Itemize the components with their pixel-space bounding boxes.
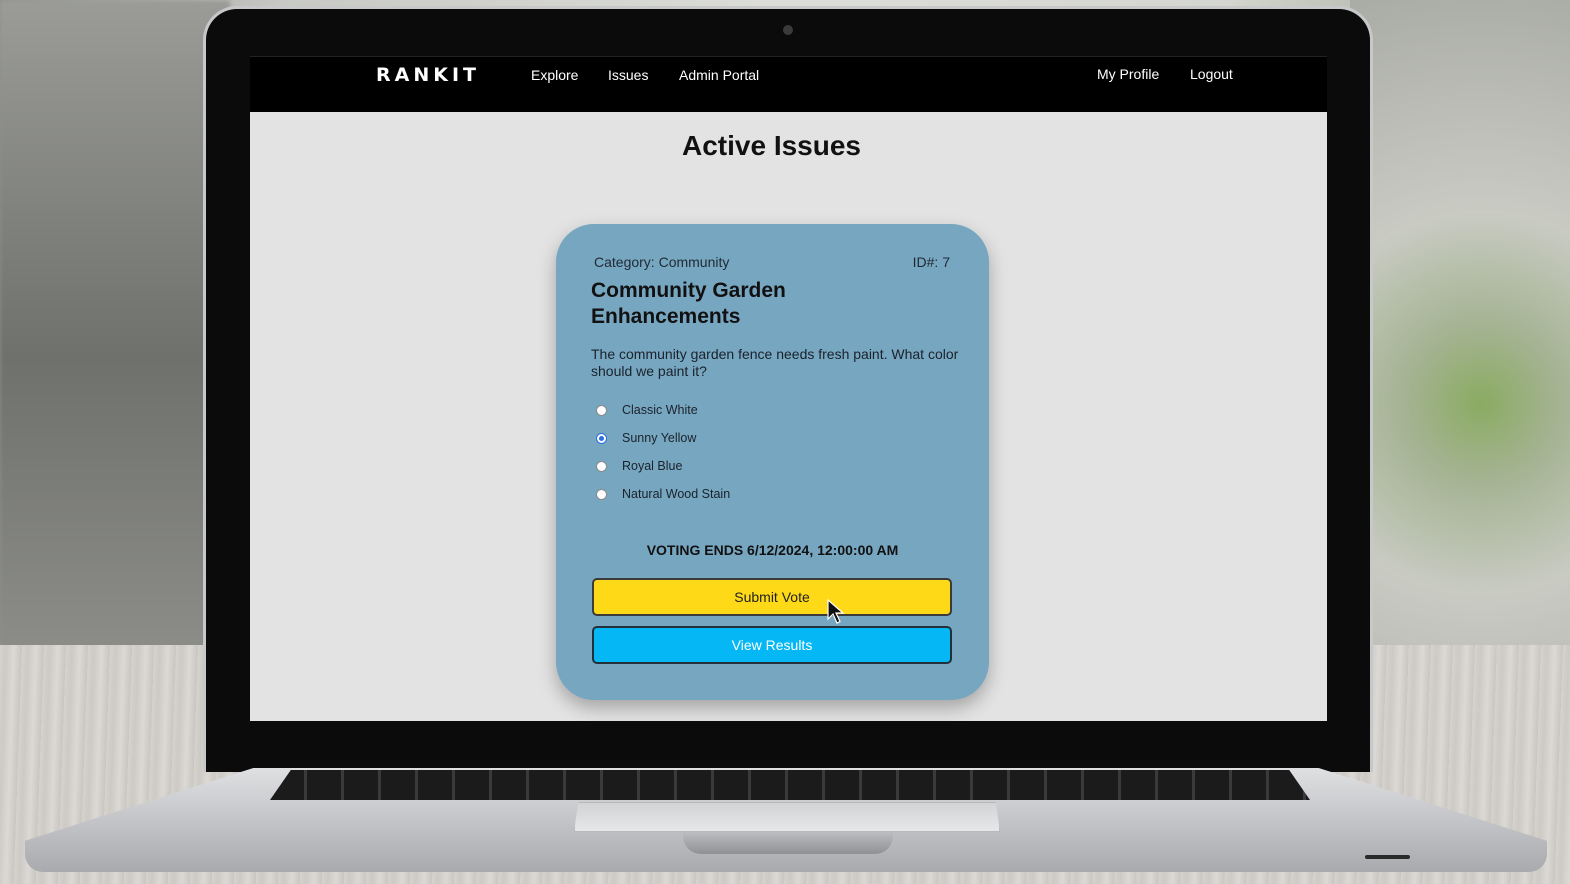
radio-button[interactable] [596,404,607,416]
nav-link-admin-portal[interactable]: Admin Portal [679,67,759,83]
nav-link-logout[interactable]: Logout [1190,66,1233,82]
laptop-screen: RANKIT Explore Issues Admin Portal My Pr… [250,56,1327,721]
laptop-keyboard [270,770,1310,800]
status-led [1365,855,1410,859]
vote-option-label: Classic White [622,403,698,417]
nav-link-issues[interactable]: Issues [608,67,648,83]
vote-option[interactable]: Royal Blue [596,452,916,480]
radio-button-selected[interactable] [596,432,607,444]
vote-option[interactable]: Sunny Yellow [596,424,916,452]
issue-card: Category: Community ID#: 7 Community Gar… [556,224,989,700]
radio-button[interactable] [596,460,607,472]
voting-deadline: VOTING ENDS 6/12/2024, 12:00:00 AM [646,542,899,558]
issue-category: Category: Community [594,254,730,270]
radio-button[interactable] [596,488,607,500]
issue-title: Community Garden Enhancements [591,279,786,328]
laptop-trackpad [574,802,1000,832]
mouse-cursor-icon [827,599,845,624]
webcam [783,25,793,35]
laptop-lid-notch [683,832,893,854]
nav-link-explore[interactable]: Explore [531,67,578,83]
vote-option[interactable]: Natural Wood Stain [596,480,916,508]
view-results-button[interactable]: View Results [592,626,952,664]
rankit-logo[interactable]: RANKIT [376,61,480,89]
issue-description: The community garden fence needs fresh p… [591,346,959,379]
page-title: Active Issues [682,130,861,161]
issue-id: ID#: 7 [912,254,950,270]
vote-option-label: Royal Blue [622,459,683,473]
navbar: RANKIT Explore Issues Admin Portal My Pr… [250,56,1327,112]
vote-option-label: Natural Wood Stain [622,487,731,501]
submit-vote-button[interactable]: Submit Vote [592,578,952,616]
background-plant [1350,0,1570,650]
vote-option-label: Sunny Yellow [622,431,697,445]
nav-link-my-profile[interactable]: My Profile [1097,66,1159,82]
vote-option[interactable]: Classic White [596,396,916,424]
background-wall-left [0,0,230,650]
vote-options: Classic White Sunny Yellow Royal Blue Na… [596,396,916,508]
